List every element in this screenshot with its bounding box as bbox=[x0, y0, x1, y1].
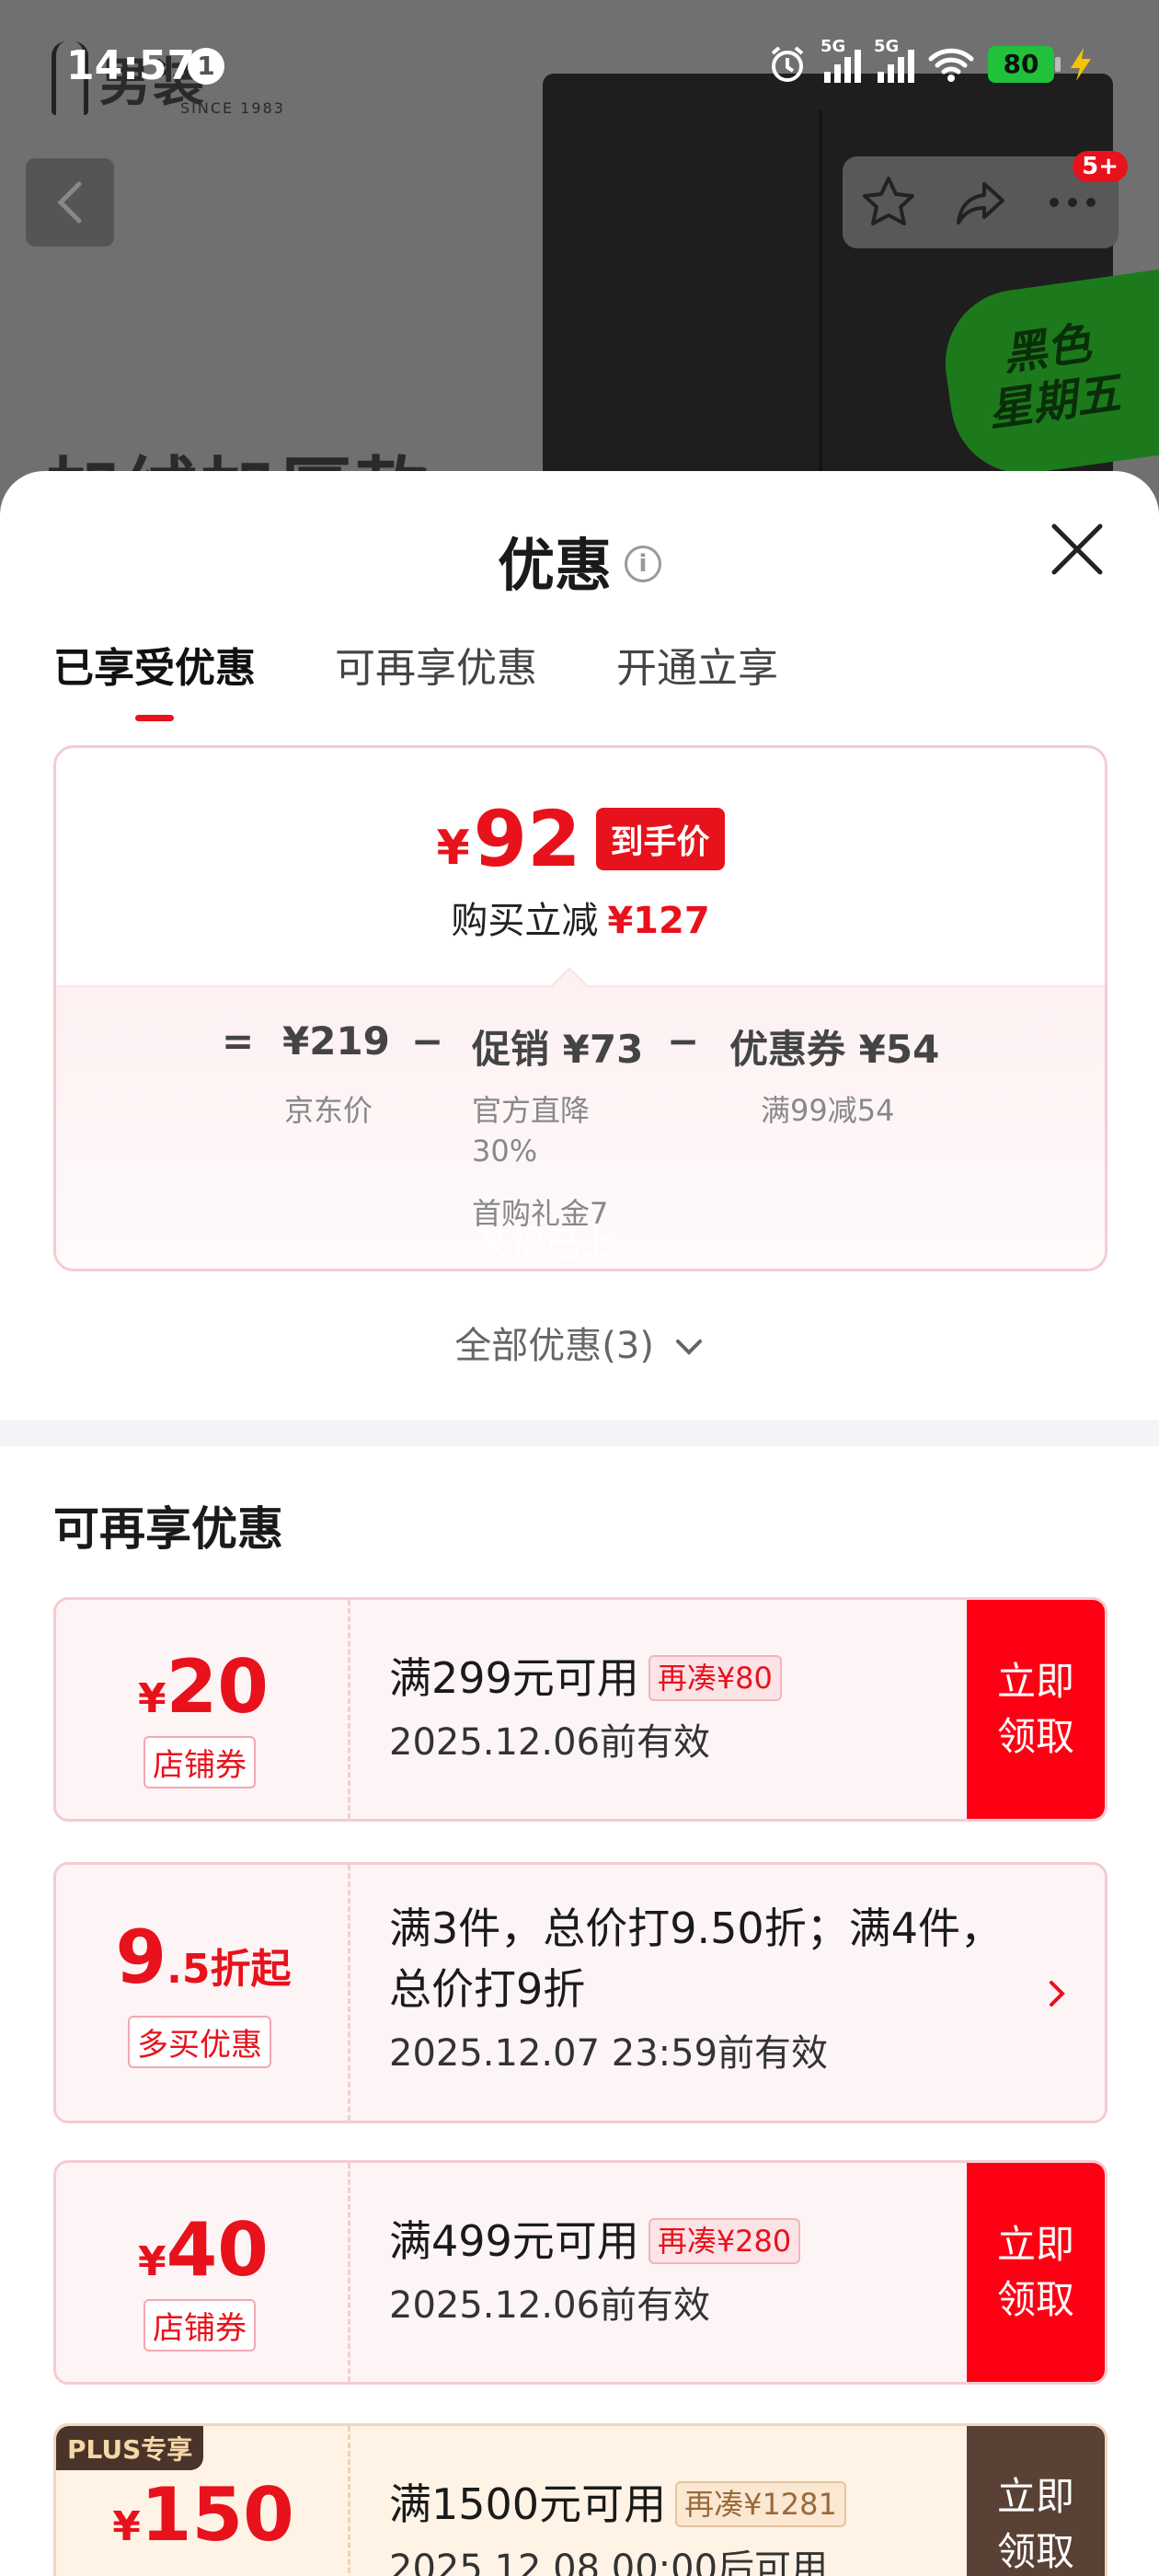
wifi-icon bbox=[928, 48, 974, 82]
coupon-amount: ¥150 bbox=[112, 2472, 294, 2558]
coupon-left: ¥20 店铺券 bbox=[56, 1600, 350, 1819]
final-price: ¥ 92 到手价 bbox=[56, 794, 1105, 884]
coupon-kind: 店铺券 bbox=[143, 2299, 256, 2352]
charging-icon bbox=[1071, 48, 1091, 81]
formula-minus: − bbox=[667, 1018, 700, 1064]
section-title: 可再享优惠 bbox=[53, 1502, 283, 1556]
claim-label: 立即 领取 bbox=[996, 2222, 1074, 2322]
coupon-validity: 2025.12.06前有效 bbox=[389, 2284, 711, 2327]
final-price-tag: 到手价 bbox=[595, 808, 725, 870]
formula-minus: − bbox=[411, 1018, 444, 1064]
coupon-card: ¥40 店铺券 满499元可用 再凑¥280 2025.12.06前有效 立即 领… bbox=[53, 2160, 1107, 2385]
promo-detail-1: 官方直降 bbox=[472, 1093, 591, 1128]
top-actions: 5+ bbox=[843, 151, 1128, 248]
coupon-left: ¥40 店铺券 bbox=[56, 2163, 350, 2382]
chevron-down-icon bbox=[675, 1340, 702, 1355]
coupon-body: 满1500元可用 再凑¥1281 2025.12.08 00:00后可用 bbox=[389, 2474, 1024, 2576]
signal-icon: 5G bbox=[874, 37, 914, 83]
coupon-amount: ¥40 bbox=[138, 2207, 269, 2293]
coupon-kind: 多买优惠 bbox=[128, 2016, 271, 2068]
coupon-extra: 再凑¥280 bbox=[648, 2217, 801, 2264]
coupon-body: 满3件，总价打9.50折；满4件，总价打9折 2025.12.07 23:59前… bbox=[389, 1898, 1033, 2076]
coupon-validity: 2025.12.08 00:00后可用 bbox=[389, 2547, 829, 2576]
coupon-body: 满299元可用 再凑¥80 2025.12.06前有效 bbox=[389, 1648, 1024, 1765]
claim-label: 立即 领取 bbox=[996, 1659, 1074, 1759]
formula-coupon: 优惠券 ¥54 bbox=[729, 1027, 940, 1072]
watermark-text: 某福已上 bbox=[476, 1224, 616, 1264]
chevron-right-icon bbox=[1050, 1981, 1065, 2007]
coupon-card: ¥20 店铺券 满299元可用 再凑¥80 2025.12.06前有效 立即 领取 bbox=[53, 1597, 1107, 1822]
signal-icon: 5G bbox=[820, 37, 861, 83]
saved-value: ¥127 bbox=[607, 900, 710, 942]
section-divider bbox=[0, 1420, 1159, 1446]
status-bar: 14:57 1 5G 5G 80 bbox=[0, 0, 1159, 138]
jd-price-label: 京东价 bbox=[284, 1093, 373, 1128]
back-button[interactable] bbox=[26, 158, 114, 247]
saved-label: 购买立减 bbox=[451, 900, 599, 942]
alarm-icon bbox=[771, 46, 804, 82]
coupon-detail: 满99减54 bbox=[761, 1093, 895, 1128]
coupon-condition: 满3件，总价打9.50折；满4件，总价打9折 bbox=[389, 1903, 1003, 2014]
coupon-body: 满499元可用 再凑¥280 2025.12.06前有效 bbox=[389, 2211, 1024, 2329]
cart-badge: 5+ bbox=[1073, 151, 1128, 182]
tab-open-to-enjoy[interactable]: 开通立享 bbox=[616, 635, 778, 694]
star-icon[interactable] bbox=[859, 173, 918, 232]
formula-jd-price: ¥219 bbox=[282, 1018, 390, 1064]
coupon-amount: ¥20 bbox=[138, 1644, 269, 1730]
final-price-currency: ¥ bbox=[436, 821, 470, 876]
claim-button[interactable]: 立即 领取 bbox=[967, 2163, 1105, 2382]
multi-buy-card[interactable]: 9.5折起 多买优惠 满3件，总价打9.50折；满4件，总价打9折 2025.1… bbox=[53, 1862, 1107, 2123]
coupon-condition: 满1500元可用 bbox=[389, 2479, 667, 2529]
coupon-validity: 2025.12.07 23:59前有效 bbox=[389, 2032, 829, 2075]
coupon-kind: 店铺券 bbox=[143, 1736, 256, 1788]
discount-sheet: 优惠 i 已享受优惠 可再享优惠 开通立享 ¥ 92 到手价 购买立减 ¥127 =… bbox=[0, 471, 1159, 2576]
all-discounts-label: 全部优惠(3) bbox=[454, 1325, 654, 1367]
notification-count: 1 bbox=[188, 48, 224, 85]
saved-amount: 购买立减 ¥127 bbox=[56, 891, 1105, 944]
coupon-amount: 9.5折起 bbox=[115, 1915, 292, 2000]
chevron-left-icon bbox=[57, 181, 82, 224]
coupon-extra: 再凑¥1281 bbox=[675, 2480, 846, 2527]
share-icon[interactable] bbox=[951, 173, 1010, 232]
coupon-condition: 满499元可用 bbox=[389, 2216, 639, 2266]
price-breakdown: ¥ 92 到手价 购买立减 ¥127 = ¥219 − 促销 ¥73 − 优惠券 … bbox=[53, 745, 1107, 1271]
promo-detail-2: 30% bbox=[472, 1133, 538, 1168]
formula-promo: 促销 ¥73 bbox=[472, 1027, 644, 1072]
tab-enjoyed[interactable]: 已享受优惠 bbox=[53, 635, 256, 694]
claim-button[interactable]: 立即 领取 bbox=[967, 1600, 1105, 1819]
status-time: 14:57 bbox=[66, 42, 196, 89]
coupon-condition: 满299元可用 bbox=[389, 1653, 639, 1703]
info-icon[interactable]: i bbox=[625, 545, 661, 582]
claim-button[interactable]: 立即 领取 bbox=[967, 2426, 1105, 2576]
coupon-left: 9.5折起 多买优惠 bbox=[56, 1865, 350, 2121]
battery-indicator: 80 bbox=[988, 46, 1061, 83]
final-price-value: 92 bbox=[473, 794, 581, 884]
coupon-extra: 再凑¥80 bbox=[648, 1654, 782, 1701]
sheet-title-text: 优惠 bbox=[497, 532, 612, 599]
sheet-title: 优惠 i bbox=[0, 519, 1159, 602]
plus-coupon-card: PLUS专享 ¥150 满1500元可用 再凑¥1281 2025.12.08 0… bbox=[53, 2423, 1107, 2576]
tab-more-available[interactable]: 可再享优惠 bbox=[335, 635, 537, 694]
discount-tabs: 已享受优惠 可再享优惠 开通立享 bbox=[53, 635, 778, 694]
coupon-validity: 2025.12.06前有效 bbox=[389, 1721, 711, 1764]
close-icon[interactable] bbox=[1049, 521, 1106, 578]
formula-equals: = bbox=[222, 1018, 255, 1064]
claim-label: 立即 领取 bbox=[996, 2474, 1074, 2574]
all-discounts-toggle[interactable]: 全部优惠(3) bbox=[0, 1316, 1159, 1369]
coupon-left: ¥150 bbox=[56, 2426, 350, 2576]
